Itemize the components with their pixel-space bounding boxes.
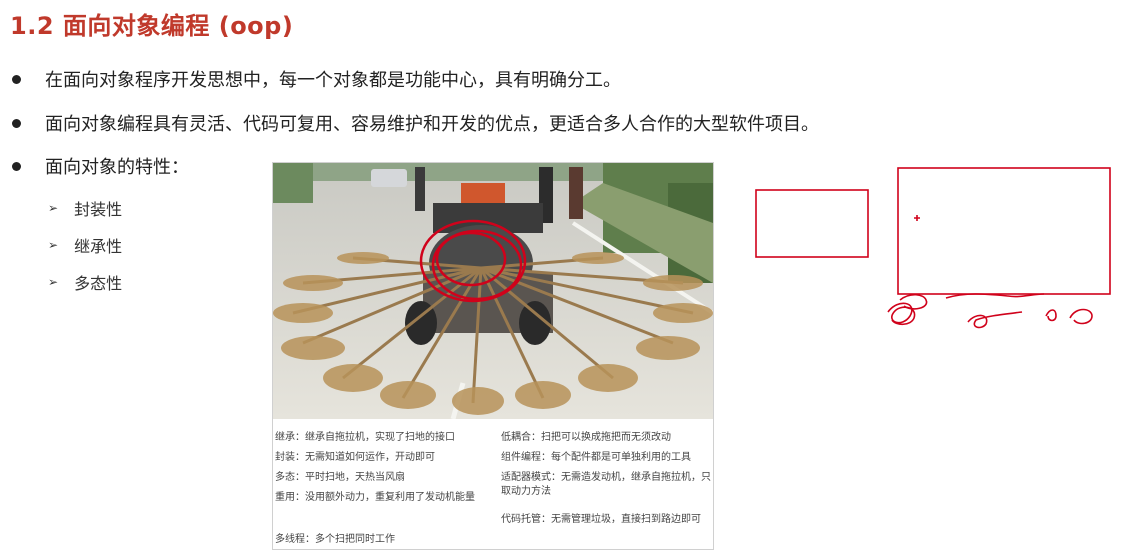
feature-item: ➢ 多态性 xyxy=(48,270,122,294)
slide-title: 1.2 面向对象编程 (oop) xyxy=(10,12,294,40)
figure-caption: 多线程：多个扫把同时工作 xyxy=(275,534,395,545)
figure-caption: 代码托管：无需管理垃圾，直接扫到路边即可 xyxy=(501,514,701,525)
bullet-text: 面向对象的特性： xyxy=(45,157,189,178)
annotation-scribble xyxy=(887,302,916,326)
figure-caption: 封装：无需知道如何运作，开动即可 xyxy=(275,452,435,463)
feature-label: 继承性 xyxy=(74,237,123,256)
bullet-item: 在面向对象程序开发思想中，每一个对象都是功能中心，具有明确分工。 xyxy=(12,66,621,92)
bullet-dot xyxy=(12,118,21,128)
bullet-text: 在面向对象程序开发思想中，每一个对象都是功能中心，具有明确分工。 xyxy=(45,70,621,91)
figure-caption: 多态：平时扫地，天热当风扇 xyxy=(275,472,405,483)
figure-caption: 继承：继承自拖拉机，实现了扫地的接口 xyxy=(275,432,455,443)
annotation-large-rect xyxy=(897,167,1111,295)
tractor-broom-figure: 继承：继承自拖拉机，实现了扫地的接口 封装：无需知道如何运作，开动即可 多态：平… xyxy=(272,162,714,550)
annotation-scribble xyxy=(1045,309,1057,322)
annotation-scribble xyxy=(945,293,1045,299)
bullet-text: 面向对象编程具有灵活、代码可复用、容易维护和开发的优点，更适合多人合作的大型软件… xyxy=(45,114,819,135)
annotation-plus-mark xyxy=(914,215,920,221)
figure-caption: 低耦合：扫把可以换成拖把而无须改动 xyxy=(501,432,671,443)
annotation-scribble xyxy=(1069,308,1093,325)
annotation-scribble xyxy=(967,311,1023,329)
arrow-bullet-icon: ➢ xyxy=(48,275,59,289)
feature-item: ➢ 封装性 xyxy=(48,196,122,220)
annotation-scribble xyxy=(899,293,928,310)
figure-caption: 组件编程：每个配件都是可单独利用的工具 xyxy=(501,452,691,463)
arrow-bullet-icon: ➢ xyxy=(48,201,59,215)
figure-caption: 重用：没用额外动力，重复利用了发动机能量 xyxy=(275,492,475,503)
bullet-item: 面向对象编程具有灵活、代码可复用、容易维护和开发的优点，更适合多人合作的大型软件… xyxy=(12,110,819,136)
feature-item: ➢ 继承性 xyxy=(48,233,122,257)
feature-label: 封装性 xyxy=(74,200,123,219)
arrow-bullet-icon: ➢ xyxy=(48,238,59,252)
tractor-broom-photo xyxy=(273,163,713,419)
annotation-small-rect xyxy=(755,189,869,258)
feature-label: 多态性 xyxy=(74,274,123,293)
bullet-dot xyxy=(12,74,21,84)
bullet-dot xyxy=(12,161,21,171)
figure-caption: 适配器模式：无需造发动机，继承自拖拉机，只取动力方法 xyxy=(501,472,711,497)
bullet-item: 面向对象的特性： xyxy=(12,153,189,179)
